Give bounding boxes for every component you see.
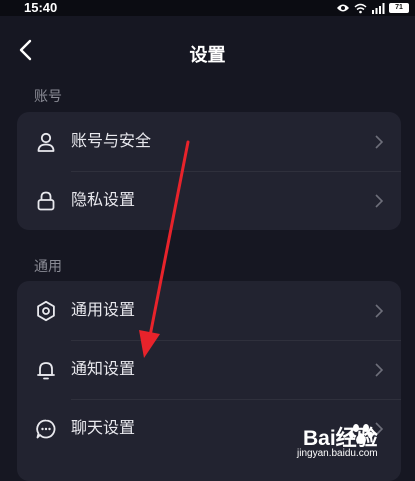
chevron-right-icon (375, 135, 383, 149)
status-icons: 71 (336, 2, 409, 14)
signal-icon (372, 2, 385, 14)
section-label-general: 通用 (34, 259, 62, 275)
menu-item-label: 隐私设置 (71, 190, 136, 209)
status-time: 15:40 (24, 0, 58, 15)
gear-icon (37, 300, 55, 322)
status-bar: 15:40 71 (0, 0, 415, 16)
battery-icon: 71 (389, 3, 409, 13)
menu-item-label: 账号与安全 (71, 131, 152, 150)
chevron-right-icon (375, 194, 383, 208)
section-label-account: 账号 (34, 89, 62, 105)
user-icon (37, 132, 55, 152)
chevron-right-icon (375, 363, 383, 377)
menu-item-privacy-settings[interactable]: 隐私设置 (17, 171, 401, 230)
account-card: 账号与安全 隐私设置 (17, 112, 401, 230)
baidu-watermark: Bai经验 jingyan.baidu.com (293, 420, 413, 468)
menu-item-label: 聊天设置 (71, 418, 136, 437)
page-title: 设置 (189, 45, 226, 66)
lock-icon (37, 191, 55, 211)
wifi-icon (354, 3, 367, 13)
nav-bar: 设置 (0, 16, 415, 86)
bell-icon (37, 362, 55, 380)
menu-item-label: 通用设置 (71, 300, 136, 319)
chevron-right-icon (375, 304, 383, 318)
menu-item-general-settings[interactable]: 通用设置 (17, 281, 401, 340)
chat-icon (36, 419, 56, 439)
menu-item-account-security[interactable]: 账号与安全 (17, 112, 401, 171)
eye-icon (337, 4, 349, 12)
watermark-url: jingyan.baidu.com (297, 448, 378, 459)
menu-item-notification-settings[interactable]: 通知设置 (17, 340, 401, 399)
menu-item-label: 通知设置 (71, 359, 136, 378)
